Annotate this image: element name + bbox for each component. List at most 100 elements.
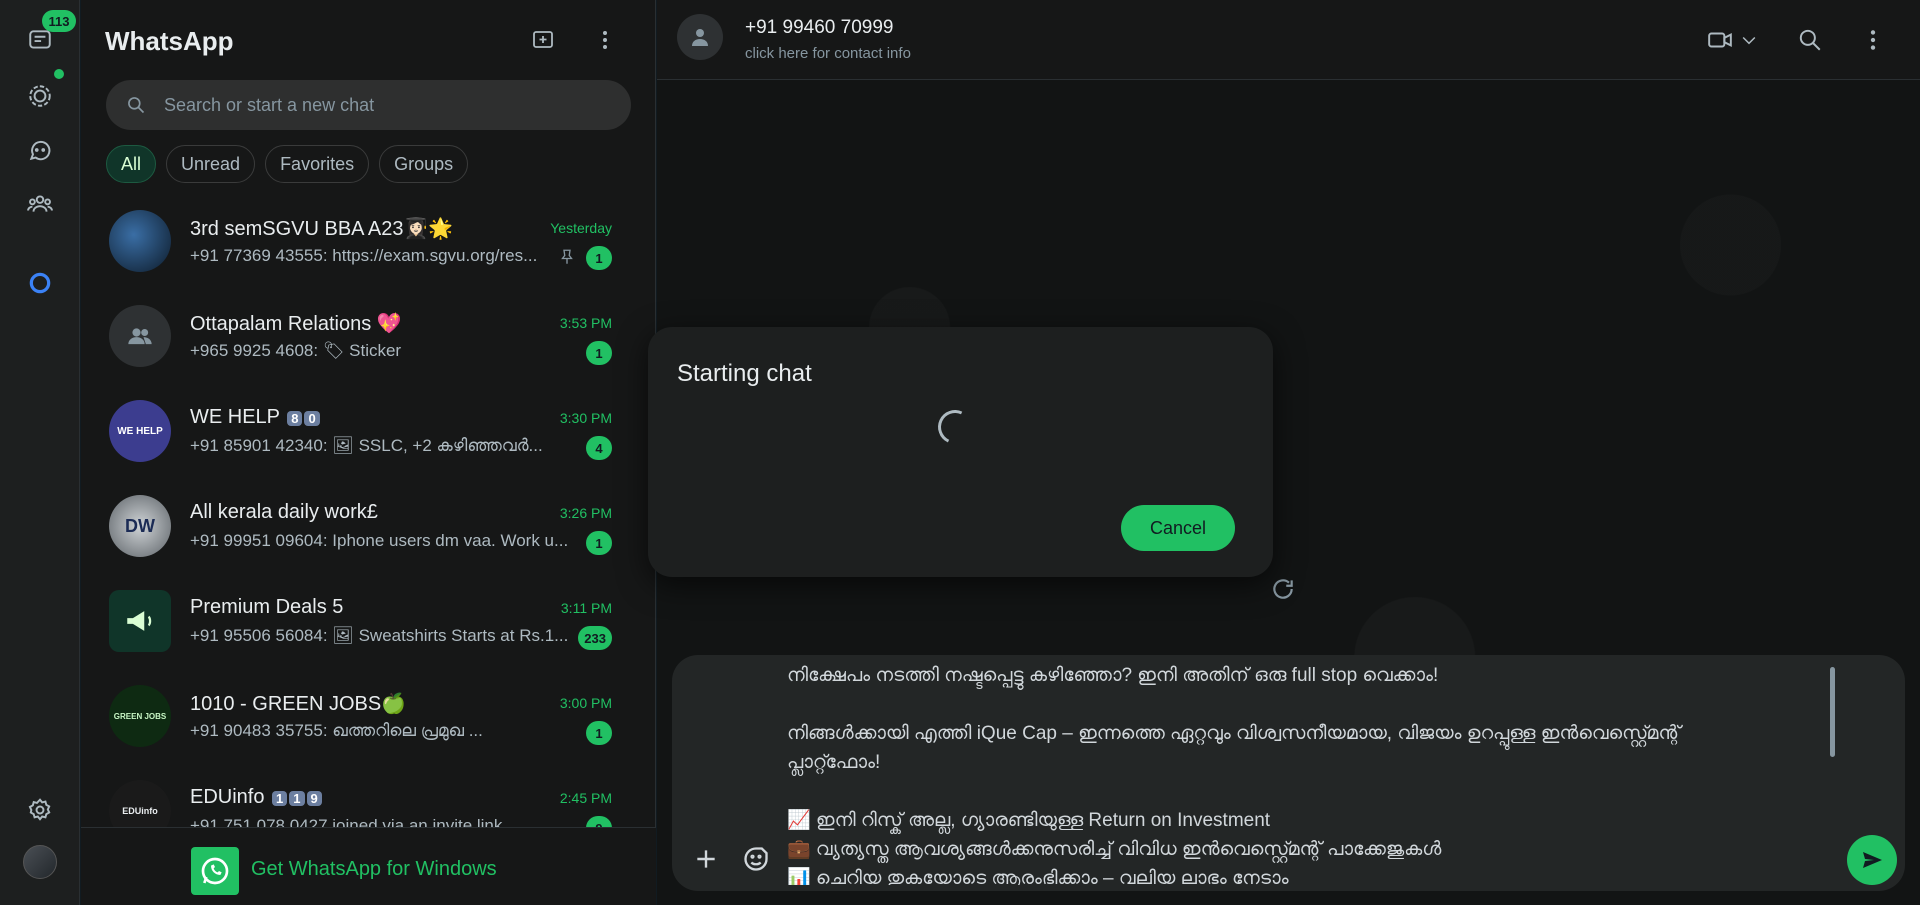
megaphone-icon: [127, 611, 152, 631]
chat-last-message: +91 99951 09604: Iphone users dm vaa. Wo…: [190, 531, 569, 550]
sticker-icon: [744, 847, 768, 871]
chevron-down-icon: [1742, 36, 1756, 45]
chat-list-panel: WhatsApp All Unread Favorites Groups 3rd…: [81, 0, 656, 905]
video-icon: [1708, 32, 1732, 48]
message-line: നിങ്ങൾക്കായി എത്തി iQue Cap – ഇന്നത്തെ ഏ…: [787, 723, 1681, 744]
filter-all[interactable]: All: [106, 145, 157, 183]
chat-name: Premium Deals 5: [190, 596, 344, 618]
channels-icon: [29, 140, 51, 161]
contact-info-hint[interactable]: click here for contact info: [745, 45, 911, 62]
unread-count: 1: [586, 246, 612, 270]
chat-name: EDUinfo 119: [190, 786, 322, 809]
chat-row[interactable]: Ottapalam Relations 💖 3:53 PM +965 9925 …: [81, 295, 656, 390]
message-line: [787, 690, 1842, 719]
status-icon: [29, 85, 51, 107]
chat-avatar: DW: [109, 495, 171, 557]
more-vertical-icon: [603, 31, 607, 49]
video-call-button[interactable]: [1707, 24, 1759, 56]
more-vertical-icon: [1870, 30, 1876, 50]
menu-button[interactable]: [589, 24, 621, 56]
chat-name-text: WE HELP: [190, 406, 280, 428]
conversation-header[interactable]: +91 99460 70999 click here for contact i…: [657, 0, 1920, 80]
search-chat-button[interactable]: [1797, 24, 1823, 56]
chat-time: 3:00 PM: [559, 695, 612, 711]
search-box: [106, 80, 631, 130]
message-line: പ്ലാറ്റ്ഫോം!: [787, 752, 881, 773]
message-line: [787, 777, 1842, 806]
whatsapp-logo-icon: [191, 847, 239, 895]
dialog-title: Starting chat: [677, 360, 812, 387]
name-badge: 1: [289, 791, 305, 806]
chat-row[interactable]: DW All kerala daily work£ 3:26 PM +91 99…: [81, 485, 656, 580]
name-badge: 9: [306, 791, 322, 806]
chat-last-message: +965 9925 4608: 🏷 Sticker: [190, 341, 402, 360]
contact-avatar[interactable]: [677, 14, 723, 60]
filter-chips: All Unread Favorites Groups: [106, 145, 469, 183]
status-nav-button[interactable]: [20, 76, 60, 116]
chat-avatar: [109, 210, 171, 272]
communities-nav-button[interactable]: [20, 184, 60, 224]
loading-spinner-icon: [933, 405, 977, 449]
chat-row[interactable]: EDUinfo EDUinfo 119 2:45 PM +91 751 078 …: [81, 770, 656, 828]
chat-last-message: +91 90483 35755: ഖത്തറിലെ പ്രമുഖ ...: [190, 721, 483, 740]
channels-nav-button[interactable]: [20, 130, 60, 170]
cancel-button[interactable]: Cancel: [1121, 505, 1235, 551]
message-composer: നിക്ഷേപം നടത്തി നഷ്ടപ്പെട്ടു കഴിഞ്ഞോ? ഇന…: [672, 655, 1905, 891]
message-line: 💼 വ്യത്യസ്ത ആവശ്യങ്ങൾക്കനുസരിച്ച് വിവിധ …: [787, 839, 1442, 860]
search-input[interactable]: [164, 94, 604, 116]
message-line: 📊 ചെറിയ തുകയോടെ ആരംഭിക്കാം – വലിയ ലാഭം ന…: [787, 868, 1289, 885]
chat-row[interactable]: Premium Deals 5 3:11 PM +91 95506 56084:…: [81, 580, 656, 675]
refresh-icon[interactable]: [1270, 576, 1296, 602]
chat-row[interactable]: WE HELP WE HELP 80 3:30 PM +91 85901 423…: [81, 390, 656, 485]
filter-favorites[interactable]: Favorites: [265, 145, 370, 183]
settings-nav-button[interactable]: [20, 790, 60, 830]
get-app-label[interactable]: Get WhatsApp for Windows: [251, 858, 497, 881]
filter-groups[interactable]: Groups: [379, 145, 469, 183]
message-line: 📈 ഇനി റിസ്ക് അല്ല, ഗ്യാരണ്ടിയുള്ള Return…: [787, 810, 1271, 831]
chat-menu-button[interactable]: [1860, 24, 1886, 56]
get-app-banner[interactable]: Get WhatsApp for Windows: [81, 827, 656, 905]
send-button[interactable]: [1847, 835, 1897, 885]
name-badge: 0: [304, 411, 320, 426]
meta-ai-button[interactable]: [20, 263, 60, 303]
chat-time: Yesterday: [550, 220, 612, 236]
filter-unread[interactable]: Unread: [166, 145, 256, 183]
plus-icon: [697, 850, 715, 868]
gear-icon: [28, 798, 51, 821]
chat-name-text: EDUinfo: [190, 786, 265, 808]
profile-avatar[interactable]: [23, 845, 57, 879]
nav-rail: 113: [0, 0, 80, 905]
unread-count: 233: [578, 626, 612, 650]
communities-icon: [27, 195, 53, 212]
person-icon: [692, 29, 708, 46]
new-chat-button[interactable]: [527, 24, 559, 56]
chat-last-message: +91 95506 56084: 🖼 Sweatshirts Starts at…: [190, 626, 569, 645]
app-title: WhatsApp: [105, 26, 234, 56]
search-icon: [1799, 29, 1821, 51]
chat-avatar: [109, 305, 171, 367]
unread-count: 1: [586, 341, 612, 365]
unread-count: 4: [586, 436, 612, 460]
new-chat-icon: [533, 31, 553, 48]
chat-name: 1010 - GREEN JOBS🍏: [190, 693, 407, 715]
chat-avatar: WE HELP: [109, 400, 171, 462]
emoji-sticker-button[interactable]: [738, 841, 774, 877]
group-icon: [128, 328, 152, 345]
chat-row[interactable]: GREEN JOBS 1010 - GREEN JOBS🍏 3:00 PM +9…: [81, 675, 656, 770]
chat-name: All kerala daily work£: [190, 501, 378, 523]
chat-time: 3:53 PM: [559, 315, 612, 331]
chat-time: 3:26 PM: [559, 505, 612, 521]
chat-avatar: [109, 590, 171, 652]
name-badge: 8: [287, 411, 303, 426]
chat-name: 3rd semSGVU BBA A23👩🏻‍🎓🌟: [190, 218, 454, 240]
send-icon: [1863, 852, 1882, 868]
chat-time: 3:11 PM: [560, 600, 612, 616]
chat-last-message: +91 85901 42340: 🖼 SSLC, +2 കഴിഞ്ഞവർ...: [190, 436, 543, 455]
contact-name[interactable]: +91 99460 70999: [745, 17, 893, 39]
chat-avatar: GREEN JOBS: [109, 685, 171, 747]
chat-time: 3:30 PM: [559, 410, 612, 426]
composer-scrollbar[interactable]: [1830, 667, 1835, 757]
message-input[interactable]: നിക്ഷേപം നടത്തി നഷ്ടപ്പെട്ടു കഴിഞ്ഞോ? ഇന…: [787, 661, 1842, 885]
chat-row[interactable]: 3rd semSGVU BBA A23👩🏻‍🎓🌟 Yesterday +91 7…: [81, 200, 656, 295]
attach-button[interactable]: [688, 841, 724, 877]
